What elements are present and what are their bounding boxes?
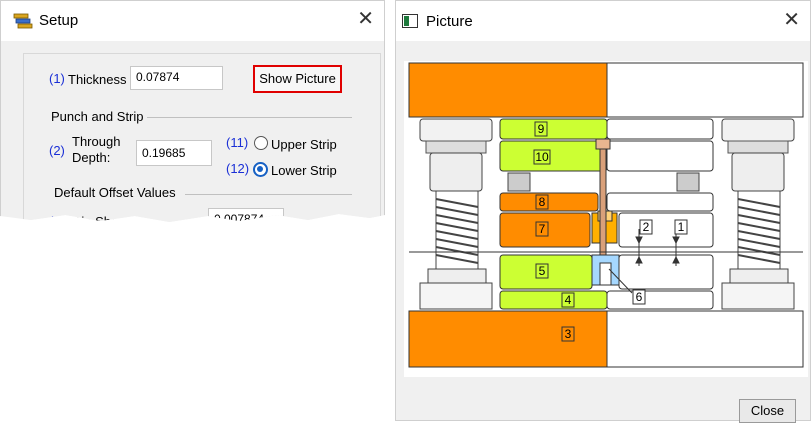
picture-titlebar: Picture ✕ <box>396 1 810 41</box>
top-plate-right <box>606 62 804 118</box>
thickness-label: Thickness <box>68 72 127 87</box>
picture-title: Picture <box>426 13 473 30</box>
setup-close-icon[interactable]: ✕ <box>357 9 374 29</box>
through-depth-label-1: Through <box>72 134 121 149</box>
default-offset-group-label: Default Offset Values <box>54 185 176 200</box>
picture-close-icon[interactable]: ✕ <box>783 10 800 30</box>
setup-title: Setup <box>39 12 79 29</box>
bottom-plate-right <box>606 310 804 368</box>
show-picture-button[interactable]: Show Picture <box>253 65 342 93</box>
through-depth-number: (2) <box>49 143 65 158</box>
close-button[interactable]: Close <box>739 399 796 423</box>
setup-dialog: Setup ✕ (1) Thickness 0.07874 Show Pictu… <box>0 0 385 229</box>
upper-strip-number: (11) <box>226 135 249 150</box>
punch-strip-divider <box>147 117 352 118</box>
die-shoes-input[interactable]: 0.007874 <box>208 208 284 222</box>
label-7: 7 <box>539 222 546 236</box>
plate-5 <box>499 254 593 290</box>
label-4: 4 <box>565 293 572 307</box>
upper-strip-label[interactable]: Upper Strip <box>271 137 337 152</box>
top-plate <box>408 62 608 118</box>
lower-strip-label[interactable]: Lower Strip <box>271 163 337 178</box>
right-guide-post <box>721 118 795 310</box>
label-9: 9 <box>538 122 545 136</box>
plate-9 <box>499 118 608 140</box>
label-5: 5 <box>539 264 546 278</box>
through-depth-label-2: Depth: <box>72 150 111 165</box>
die-shoes-label: Die Shoes: <box>72 214 136 229</box>
plate-8 <box>499 192 599 212</box>
label-6: 6 <box>636 290 643 304</box>
picture-app-icon <box>402 14 418 28</box>
punch-strip-group-label: Punch and Strip <box>51 109 144 124</box>
label-2: 2 <box>643 220 650 234</box>
bottom-plate <box>408 310 608 368</box>
setup-app-icon <box>13 13 33 29</box>
lower-strip-radio[interactable] <box>253 162 268 177</box>
default-offset-divider <box>185 194 352 195</box>
label-1: 1 <box>678 220 685 234</box>
through-depth-input[interactable]: 0.19685 <box>136 140 212 166</box>
thickness-input[interactable]: 0.07874 <box>130 66 223 90</box>
thickness-number: (1) <box>49 71 65 86</box>
die-shoes-number: (3) <box>49 214 65 229</box>
upper-strip-radio[interactable] <box>254 136 268 150</box>
die-set-picture: 9 10 8 7 5 4 3 2 1 6 <box>404 61 808 377</box>
label-8: 8 <box>539 195 546 209</box>
plate-10 <box>499 140 608 172</box>
label-10: 10 <box>535 150 549 164</box>
lower-strip-number: (12) <box>226 161 250 176</box>
punch <box>595 138 611 150</box>
left-guide-post <box>419 118 493 310</box>
picture-dialog: Picture ✕ 9 10 8 7 5 4 3 2 1 6 Close <box>395 0 811 423</box>
die-set-drawing: 9 10 8 7 5 4 3 2 1 6 <box>408 62 804 368</box>
plate-4 <box>499 290 608 310</box>
label-3: 3 <box>565 327 572 341</box>
setup-titlebar: Setup ✕ <box>1 1 384 41</box>
